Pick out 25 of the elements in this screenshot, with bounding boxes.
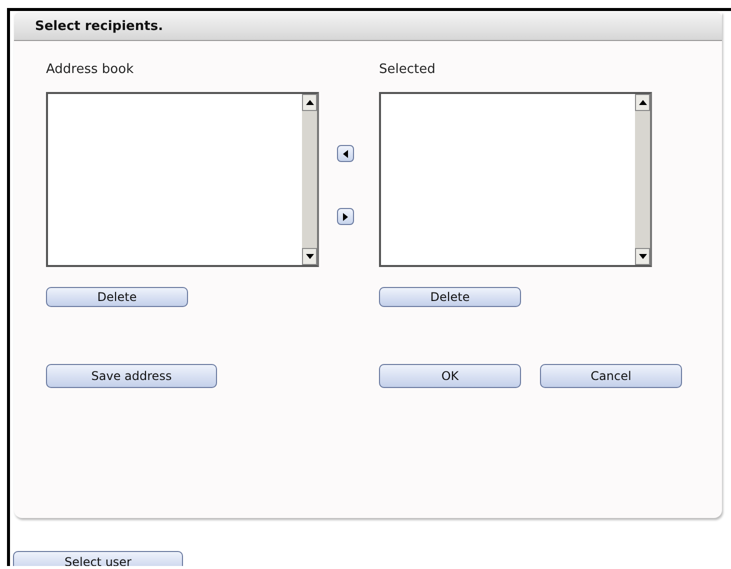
save-address-button[interactable]: Save address: [46, 364, 217, 388]
right-arrow-icon: [342, 212, 348, 220]
up-arrow-icon: [638, 100, 646, 105]
scroll-up-button[interactable]: [635, 94, 650, 111]
delete-button[interactable]: Delete: [46, 287, 188, 307]
scroll-down-button[interactable]: [302, 248, 317, 265]
scrollbar[interactable]: [302, 94, 317, 265]
move-left-button[interactable]: [336, 145, 354, 162]
list-label: Address book: [46, 62, 135, 79]
scroll-down-button[interactable]: [635, 248, 650, 265]
delete-button[interactable]: Delete: [379, 287, 521, 307]
down-arrow-icon: [306, 254, 314, 259]
address-book-list[interactable]: [46, 92, 319, 267]
selected-list[interactable]: [379, 92, 652, 267]
left-arrow-icon: [342, 150, 348, 158]
select-user-button[interactable]: Select user: [13, 551, 183, 566]
list-label: Selected: [379, 62, 436, 79]
ok-button[interactable]: OK: [379, 364, 521, 388]
scroll-up-button[interactable]: [302, 94, 317, 111]
up-arrow-icon: [306, 100, 314, 105]
dialog-title: Select recipients.: [35, 18, 164, 34]
cancel-button[interactable]: Cancel: [540, 364, 682, 388]
scrollbar[interactable]: [635, 94, 650, 265]
move-right-button[interactable]: [336, 208, 354, 225]
down-arrow-icon: [638, 254, 646, 259]
